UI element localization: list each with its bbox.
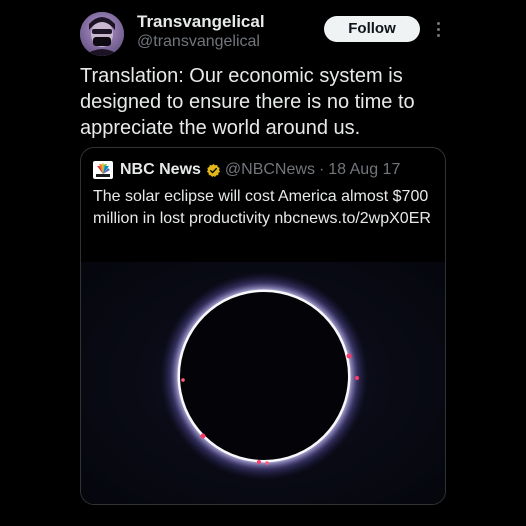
separator-dot: · <box>318 161 325 178</box>
quoted-tweet-text: The solar eclipse will cost America almo… <box>93 188 431 227</box>
quoted-tweet-header: NBC News @NBCNews · 18 Aug 17 <box>93 160 400 180</box>
masked-avatar-icon <box>80 12 124 56</box>
author-name[interactable]: Transvangelical <box>137 12 265 32</box>
verified-badge-icon <box>206 163 220 177</box>
quoted-tweet-card[interactable]: NBC News @NBCNews · 18 Aug 17 The solar … <box>80 147 446 505</box>
solar-eclipse-image[interactable] <box>81 262 445 504</box>
quoted-author-handle: @NBCNews <box>224 161 315 178</box>
more-dots-vertical-icon[interactable] <box>430 17 446 41</box>
tweet: Transvangelical @transvangelical Follow … <box>0 0 526 526</box>
author-handle[interactable]: @transvangelical <box>137 33 260 51</box>
quoted-tweet-date: 18 Aug 17 <box>328 161 401 178</box>
follow-button[interactable]: Follow <box>324 16 420 42</box>
tweet-text: Translation: Our economic system is desi… <box>80 65 415 139</box>
author-avatar[interactable] <box>80 12 124 56</box>
nbc-peacock-icon <box>93 161 113 179</box>
quoted-author-name: NBC News <box>120 161 201 178</box>
